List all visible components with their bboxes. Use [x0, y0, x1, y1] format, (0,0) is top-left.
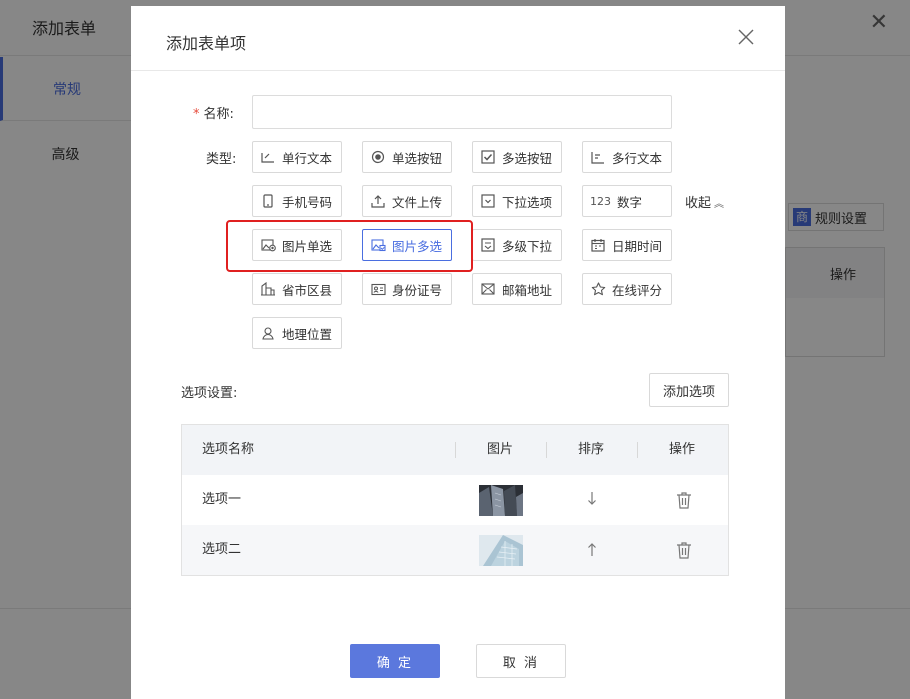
type-upload[interactable]: 文件上传	[362, 185, 452, 217]
upload-icon	[370, 193, 386, 209]
type-label-text: 下拉选项	[502, 194, 553, 210]
type-label-text: 图片单选	[282, 238, 333, 254]
type-label-text: 地理位置	[282, 326, 333, 342]
type-radio[interactable]: 单选按钮	[362, 141, 452, 173]
type-label-text: 身份证号	[392, 282, 443, 298]
image-radio-icon	[260, 237, 276, 253]
dropdown-icon	[480, 193, 496, 209]
type-label-text: 多级下拉	[502, 238, 553, 254]
multi-line-text-icon	[590, 149, 606, 165]
type-label: 类型:	[206, 152, 237, 167]
required-mark: *	[193, 107, 200, 122]
building-icon	[260, 281, 276, 297]
option-name: 选项二	[202, 542, 242, 557]
modal-header: 添加表单项	[131, 6, 785, 71]
type-number[interactable]: 123 数字	[582, 185, 672, 217]
trash-icon[interactable]	[676, 491, 692, 509]
type-cascade[interactable]: 多级下拉	[472, 229, 562, 261]
table-row: 选项二	[182, 525, 728, 575]
type-label-text: 省市区县	[282, 282, 333, 298]
type-single-line-text[interactable]: 单行文本	[252, 141, 342, 173]
type-image-radio[interactable]: 图片单选	[252, 229, 342, 261]
number-icon: 123	[590, 194, 611, 208]
options-table: 选项名称 图片 排序 操作 选项一 选项二	[181, 424, 729, 576]
mail-icon	[480, 281, 496, 297]
type-location[interactable]: 地理位置	[252, 317, 342, 349]
column-divider	[455, 442, 456, 458]
location-icon	[260, 325, 276, 341]
type-label-text: 图片多选	[392, 238, 443, 254]
option-image-thumbnail[interactable]	[479, 535, 523, 566]
type-label-text: 数字	[617, 194, 643, 210]
type-image-multi[interactable]: 图片多选	[362, 229, 452, 261]
arrow-down-icon[interactable]	[585, 489, 599, 509]
single-line-text-icon	[260, 149, 276, 165]
type-label-text: 单选按钮	[392, 150, 443, 166]
collapse-label: 收起	[685, 196, 712, 211]
option-image-thumbnail[interactable]	[479, 485, 523, 516]
modal-title: 添加表单项	[166, 34, 247, 53]
name-input[interactable]	[252, 95, 672, 129]
name-label-text: 名称:	[203, 107, 234, 122]
collapse-link[interactable]: 收起 ︽	[685, 192, 724, 211]
type-label-text: 在线评分	[612, 282, 663, 298]
table-row: 选项一	[182, 475, 728, 525]
add-form-item-modal: 添加表单项 * 名称: 类型: 单行文本 单选按钮 多选按钮 多行文本 手机号码 …	[131, 6, 785, 699]
checkbox-icon	[480, 149, 496, 165]
type-checkbox[interactable]: 多选按钮	[472, 141, 562, 173]
type-multi-line-text[interactable]: 多行文本	[582, 141, 672, 173]
type-label-text: 手机号码	[282, 194, 333, 210]
type-region[interactable]: 省市区县	[252, 273, 342, 305]
name-label: * 名称:	[193, 103, 234, 122]
arrow-up-icon[interactable]	[585, 539, 599, 559]
chevron-up-icon: ︽	[714, 199, 725, 210]
radio-icon	[370, 149, 386, 165]
cancel-button[interactable]: 取 消	[476, 644, 566, 678]
close-icon[interactable]	[737, 28, 755, 46]
calendar-icon	[590, 237, 606, 253]
column-divider	[637, 442, 638, 458]
add-option-button[interactable]: 添加选项	[649, 373, 729, 407]
star-icon	[590, 281, 606, 297]
column-header-sort: 排序	[578, 442, 605, 457]
id-card-icon	[370, 281, 386, 297]
type-label-text: 日期时间	[612, 238, 663, 254]
type-rating[interactable]: 在线评分	[582, 273, 672, 305]
type-dropdown[interactable]: 下拉选项	[472, 185, 562, 217]
column-header-name: 选项名称	[202, 442, 255, 457]
image-multi-icon	[370, 237, 386, 253]
trash-icon[interactable]	[676, 541, 692, 559]
type-datetime[interactable]: 日期时间	[582, 229, 672, 261]
options-table-header: 选项名称 图片 排序 操作	[182, 425, 728, 475]
type-phone[interactable]: 手机号码	[252, 185, 342, 217]
confirm-button[interactable]: 确 定	[350, 644, 440, 678]
type-label-text: 多行文本	[612, 150, 663, 166]
cascade-icon	[480, 237, 496, 253]
column-divider	[546, 442, 547, 458]
type-email[interactable]: 邮箱地址	[472, 273, 562, 305]
phone-icon	[260, 193, 276, 209]
type-label-text: 文件上传	[392, 194, 443, 210]
type-label-text: 邮箱地址	[502, 282, 553, 298]
options-section-label: 选项设置:	[181, 386, 238, 401]
column-header-image: 图片	[487, 442, 514, 457]
type-label-text: 多选按钮	[502, 150, 553, 166]
type-id-card[interactable]: 身份证号	[362, 273, 452, 305]
option-name: 选项一	[202, 492, 242, 507]
column-header-actions: 操作	[669, 442, 696, 457]
type-label-text: 单行文本	[282, 150, 333, 166]
